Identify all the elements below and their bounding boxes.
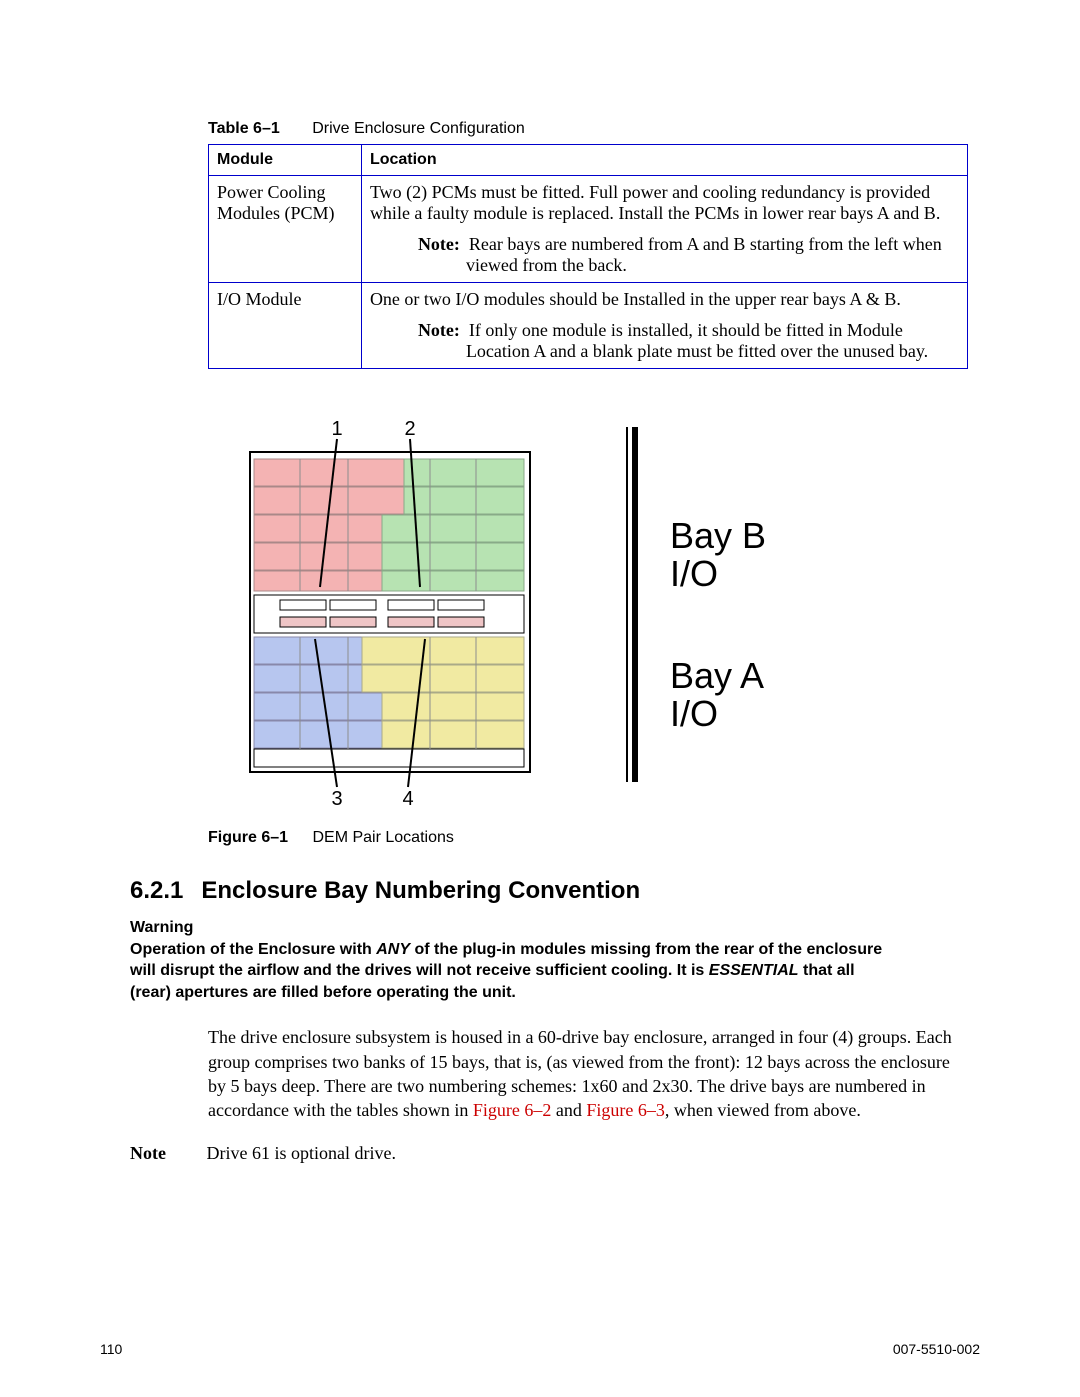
location-text: One or two I/O modules should be Install…: [370, 289, 959, 310]
marker-2: 2: [404, 418, 415, 440]
warning-block: Warning Operation of the Enclosure with …: [130, 917, 960, 1003]
config-table: Module Location Power Cooling Modules (P…: [208, 144, 968, 369]
warning-any: ANY: [376, 941, 410, 958]
section-heading: 6.2.1 Enclosure Bay Numbering Convention: [130, 877, 980, 905]
label-bay-a-line2: I/O: [670, 695, 764, 733]
note-label: Note: [130, 1143, 202, 1164]
table-caption-title: Drive Enclosure Configuration: [312, 120, 525, 137]
figure-dem-pair-locations: 1 2 3 4 Bay B I/O Bay A I/O: [230, 417, 930, 807]
cell-module: Power Cooling Modules (PCM): [209, 176, 362, 283]
cell-location: Two (2) PCMs must be fitted. Full power …: [361, 176, 967, 283]
warning-body: Operation of the Enclosure with ANY of t…: [130, 939, 890, 1004]
body-paragraph: The drive enclosure subsystem is housed …: [208, 1025, 960, 1122]
label-bay-a: Bay A I/O: [670, 657, 764, 733]
header-module: Module: [209, 145, 362, 176]
page-number: 110: [100, 1341, 122, 1357]
figure-caption: Figure 6–1 DEM Pair Locations: [208, 829, 980, 847]
note-label: Note:: [418, 234, 460, 254]
marker-3: 3: [331, 788, 342, 807]
warning-essential: ESSENTIAL: [709, 962, 799, 979]
note-body: Rear bays are numbered from A and B star…: [466, 234, 942, 275]
cell-location: One or two I/O modules should be Install…: [361, 283, 967, 369]
label-bay-b: Bay B I/O: [670, 517, 766, 593]
doc-number: 007-5510-002: [893, 1341, 980, 1357]
location-note: Note: If only one module is installed, i…: [418, 320, 959, 362]
warning-text-pre: Operation of the Enclosure with: [130, 941, 376, 958]
location-note: Note: Rear bays are numbered from A and …: [418, 234, 959, 276]
figure-caption-title: DEM Pair Locations: [312, 829, 453, 846]
marker-1: 1: [331, 418, 342, 440]
section-title: Enclosure Bay Numbering Convention: [201, 877, 640, 904]
table-caption: Table 6–1 Drive Enclosure Configuration: [208, 120, 980, 138]
note-body: If only one module is installed, it shou…: [466, 320, 928, 361]
note-label: Note:: [418, 320, 460, 340]
page-footer: 110 007-5510-002: [100, 1341, 980, 1357]
figure-svg: 1 2 3 4: [230, 417, 642, 807]
cell-module: I/O Module: [209, 283, 362, 369]
label-bay-b-line2: I/O: [670, 555, 766, 593]
label-bay-a-line1: Bay A: [670, 657, 764, 695]
warning-label: Warning: [130, 917, 208, 939]
xref-figure-6-2[interactable]: Figure 6–2: [473, 1100, 552, 1120]
table-row: Power Cooling Modules (PCM) Two (2) PCMs…: [209, 176, 968, 283]
body-post: , when viewed from above.: [665, 1100, 861, 1120]
label-bay-b-line1: Bay B: [670, 517, 766, 555]
note-text: Drive 61 is optional drive.: [207, 1143, 396, 1163]
note-row: Note Drive 61 is optional drive.: [130, 1143, 980, 1164]
document-page: Table 6–1 Drive Enclosure Configuration …: [0, 0, 1080, 1397]
table-caption-label: Table 6–1: [208, 120, 280, 137]
header-location: Location: [361, 145, 967, 176]
figure-caption-label: Figure 6–1: [208, 829, 288, 846]
table-row: I/O Module One or two I/O modules should…: [209, 283, 968, 369]
config-table-header-row: Module Location: [209, 145, 968, 176]
body-mid: and: [551, 1100, 586, 1120]
marker-4: 4: [402, 788, 413, 807]
location-text: Two (2) PCMs must be fitted. Full power …: [370, 182, 959, 224]
section-number: 6.2.1: [130, 877, 183, 905]
xref-figure-6-3[interactable]: Figure 6–3: [586, 1100, 665, 1120]
